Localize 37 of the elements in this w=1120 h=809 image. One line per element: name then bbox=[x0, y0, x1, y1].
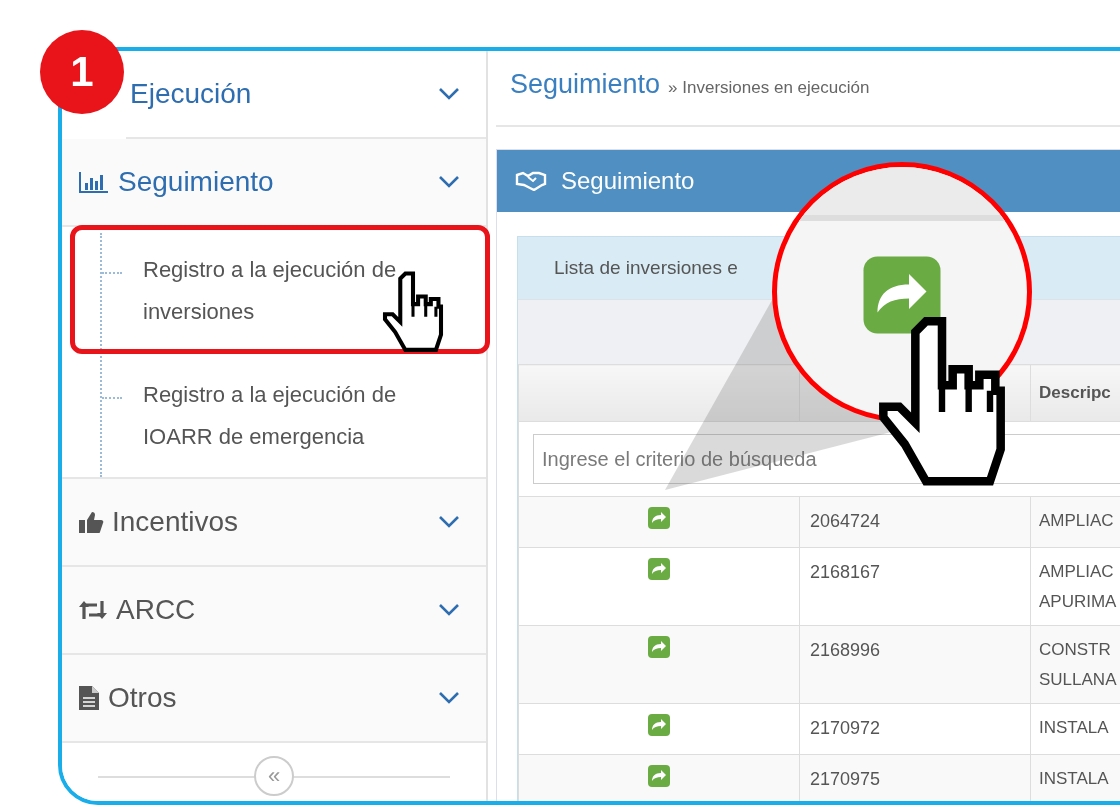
forward-arrow-button[interactable] bbox=[647, 506, 671, 530]
table-cell: 2170972 bbox=[799, 703, 1031, 755]
sidebar-menu-item[interactable]: Otros bbox=[62, 655, 486, 743]
table-cell: 2170975 bbox=[799, 754, 1031, 801]
breadcrumb-link[interactable]: Seguimiento bbox=[510, 69, 661, 100]
card-title: Lista de inversiones e bbox=[554, 257, 738, 279]
submenu-item[interactable]: Registro a la ejecución de inversiones bbox=[72, 227, 488, 352]
chevron-down-icon bbox=[438, 515, 460, 529]
table-cell: 2168996 bbox=[799, 625, 1031, 704]
bar-chart-icon bbox=[78, 170, 110, 194]
table-cell-text: INSTALA bbox=[1039, 717, 1110, 739]
table-cell-text: CONSTR SULLANA bbox=[1039, 639, 1118, 691]
thumbs-up-icon bbox=[78, 510, 104, 534]
panel-title: Seguimiento bbox=[561, 167, 695, 195]
sidebar-menu-item[interactable]: ARCC bbox=[62, 567, 486, 655]
forward-arrow-button[interactable] bbox=[647, 635, 671, 659]
chevron-down-icon bbox=[438, 87, 460, 101]
forward-arrow-button[interactable] bbox=[647, 764, 671, 788]
table-cell: 2064724 bbox=[799, 496, 1031, 548]
table-cell-text: INSTALA bbox=[1039, 768, 1110, 790]
table-cell-text: AMPLIAC bbox=[1039, 510, 1115, 532]
step-number: 1 bbox=[70, 48, 94, 96]
table-cell: 2168167 bbox=[799, 547, 1031, 626]
handshake-icon bbox=[515, 171, 547, 191]
table-header-cell[interactable]: Descripc bbox=[1030, 364, 1120, 422]
table-cell-text: AMPLIAC APURIMA bbox=[1039, 561, 1118, 613]
sidebar-menu-item[interactable]: Incentivos bbox=[62, 479, 486, 567]
submenu-item[interactable]: Registro a la ejecución de IOARR de emergencia bbox=[62, 352, 486, 477]
forward-arrow-button[interactable] bbox=[647, 557, 671, 581]
sidebar-menu-item[interactable]: Seguimiento bbox=[62, 139, 486, 227]
document-icon bbox=[78, 685, 100, 711]
retweet-icon bbox=[78, 599, 108, 621]
breadcrumb-current: » Inversiones en ejecución bbox=[668, 78, 870, 98]
chevron-down-icon bbox=[438, 175, 460, 189]
chevron-down-icon bbox=[438, 691, 460, 705]
forward-arrow-button[interactable] bbox=[647, 713, 671, 737]
chevron-down-icon bbox=[438, 603, 460, 617]
